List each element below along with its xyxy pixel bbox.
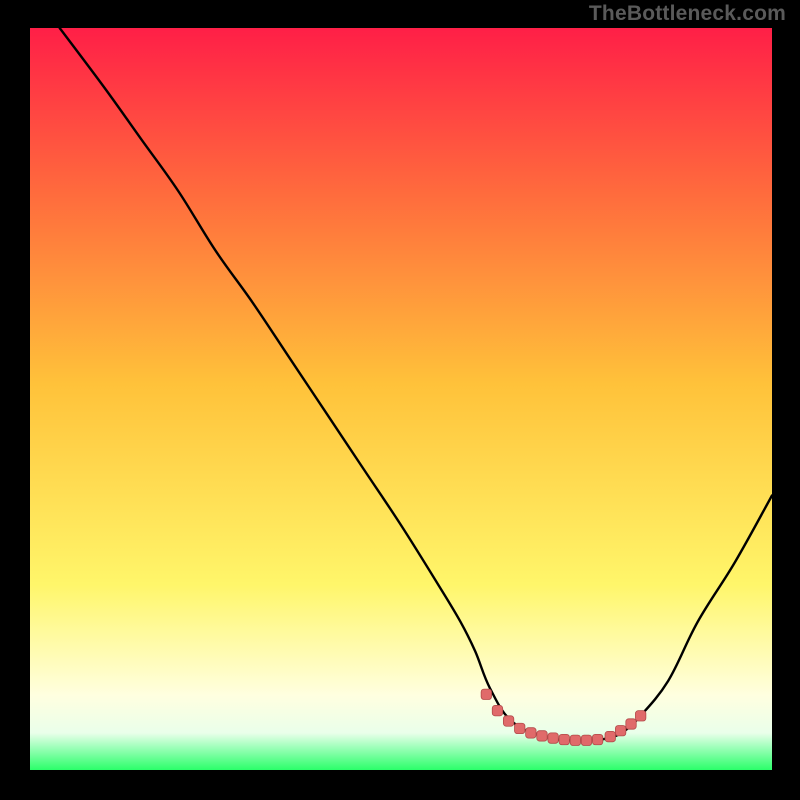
trough-marker [503, 716, 513, 726]
plot-svg [30, 28, 772, 770]
plot-area [30, 28, 772, 770]
trough-marker [548, 733, 558, 743]
trough-marker [592, 734, 602, 744]
trough-marker [537, 731, 547, 741]
trough-marker [615, 725, 625, 735]
trough-marker [559, 734, 569, 744]
chart-stage: TheBottleneck.com [0, 0, 800, 800]
trough-marker [581, 735, 591, 745]
trough-marker [515, 723, 525, 733]
watermark-text: TheBottleneck.com [589, 2, 786, 26]
trough-marker [626, 719, 636, 729]
trough-marker [605, 731, 615, 741]
trough-marker [481, 689, 491, 699]
trough-marker [635, 711, 645, 721]
trough-marker [492, 705, 502, 715]
trough-marker [526, 728, 536, 738]
trough-marker [570, 735, 580, 745]
